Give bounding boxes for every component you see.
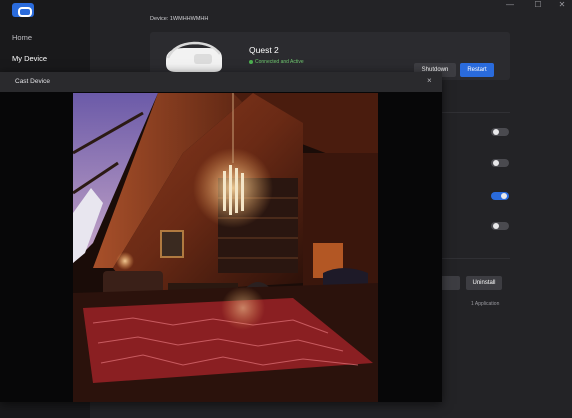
title-bar: — ☐ ✕: [90, 0, 572, 12]
device-status-text: Connected and Active: [255, 59, 304, 65]
uninstall-button[interactable]: Uninstall: [466, 276, 502, 290]
minimize-icon[interactable]: —: [502, 0, 518, 10]
toggle-knob: [493, 160, 499, 166]
toggle-knob: [493, 129, 499, 135]
oculus-logo-icon: [12, 3, 34, 17]
cast-title-bar: Cast Device ×: [0, 72, 442, 92]
setting-toggle[interactable]: [491, 192, 509, 200]
toggle-knob: [501, 193, 507, 199]
device-name: Quest 2: [249, 45, 279, 55]
maximize-icon[interactable]: ☐: [530, 0, 546, 10]
cast-video-view: [73, 93, 378, 402]
device-status: Connected and Active: [249, 59, 304, 65]
close-icon[interactable]: ✕: [554, 0, 570, 10]
application-count: 1 Application: [471, 301, 500, 307]
setting-toggle[interactable]: [491, 222, 509, 230]
vr-cabin-scene-image: [73, 93, 378, 402]
restart-button[interactable]: Restart: [460, 63, 494, 77]
sidebar-item-home[interactable]: Home: [12, 33, 32, 42]
cast-window-title: Cast Device: [15, 78, 51, 85]
setting-toggle[interactable]: [491, 128, 509, 136]
headset-icon: [166, 41, 222, 72]
status-dot-icon: [249, 59, 253, 64]
setting-toggle[interactable]: [491, 159, 509, 167]
sidebar-item-my-device[interactable]: My Device: [12, 54, 47, 63]
toggle-knob: [493, 223, 499, 229]
cast-device-window: Cast Device ×: [0, 72, 442, 402]
device-serial: Device: 1WMHHWMHH: [150, 16, 209, 22]
cast-close-icon[interactable]: ×: [427, 76, 432, 85]
